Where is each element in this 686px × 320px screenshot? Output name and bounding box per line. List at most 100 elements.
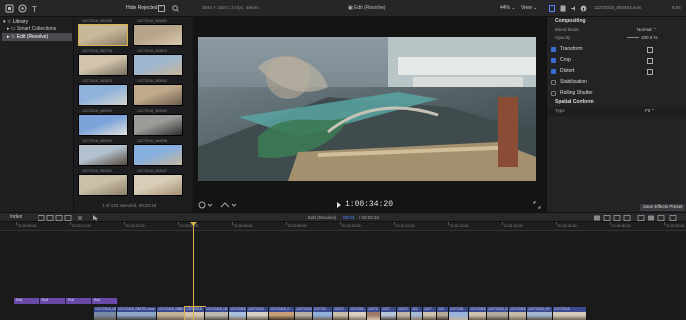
transform-popup[interactable] (220, 201, 240, 209)
timeline-marker[interactable]: Roll (66, 298, 92, 304)
fullscreen-icon[interactable] (533, 201, 541, 209)
timeline-marker[interactable]: Roll (40, 298, 66, 304)
photos-icon[interactable] (18, 4, 27, 13)
zoom-popup[interactable]: 44% ⌄ (500, 6, 516, 11)
timeline-marker[interactable]: Roll (14, 298, 40, 304)
inspector-section-label: Rolling Shutter (560, 90, 593, 96)
ruler-timecode: 01:00:40:00 (234, 224, 253, 228)
timeline-clip[interactable]: 12272018 (229, 307, 247, 320)
timeline-clip[interactable]: 12272018_09 (487, 307, 509, 320)
library-icon[interactable] (5, 4, 14, 13)
play-icon[interactable] (336, 201, 342, 209)
transform-icon[interactable] (647, 46, 653, 53)
inspector-section-label: Distort (560, 68, 575, 74)
timeline-clip[interactable]: 12272018_084701.mov (117, 307, 157, 320)
timeline-clip[interactable]: 12272 (333, 307, 349, 320)
blend-mode-label: Blend Mode (555, 27, 580, 32)
browser-clip-thumbnail[interactable] (133, 54, 183, 76)
opacity-slider[interactable] (627, 37, 639, 40)
timeline-clip[interactable]: 122720 (313, 307, 333, 320)
enable-checkbox[interactable] (551, 80, 556, 85)
playhead[interactable] (193, 222, 194, 320)
browser-settings-icon[interactable] (158, 5, 165, 12)
inspector: Compositing Blend Mode Normal ⌃ Opacity … (546, 17, 686, 212)
timeline-clip[interactable]: 12272018 (247, 307, 269, 320)
inspector-section-crop[interactable]: Crop (547, 56, 686, 65)
playhead-handle[interactable] (190, 222, 197, 226)
timeline-clip[interactable]: 12272018 (509, 307, 527, 320)
viewer-options-popup[interactable] (198, 201, 218, 209)
timeline-clip[interactable]: 122 (437, 307, 449, 320)
timeline-clip-filmstrip (527, 312, 552, 320)
timeline-clip[interactable]: 12272018_0 (269, 307, 295, 320)
timeline-clip[interactable]: 12272018_0850 (157, 307, 185, 320)
timeline-clip[interactable]: 12272018 (469, 307, 487, 320)
timeline-marker[interactable]: Roll (92, 298, 118, 304)
timeline-clip[interactable]: 12272018_09 (527, 307, 553, 320)
index-button[interactable]: Index (10, 215, 22, 220)
ruler-timecode: 01:00:20:00 (126, 224, 145, 228)
view-popup[interactable]: View ⌄ (521, 6, 537, 11)
type-popup[interactable]: Fit ⌃ (645, 108, 655, 114)
sidebar-item-edit-resolve[interactable]: ▸ ☆ Edit (Resolve) (2, 33, 72, 41)
timeline-clip[interactable]: 12272018_08 (205, 307, 229, 320)
save-effects-preset-button[interactable]: Save Effects Preset (640, 204, 686, 211)
enable-checkbox[interactable] (551, 91, 556, 96)
timeline-clip-filmstrip (117, 312, 156, 320)
ruler-tick (394, 222, 395, 225)
timeline-clip[interactable]: 12272018 (295, 307, 313, 320)
timeline-clip[interactable]: 12272 (367, 307, 381, 320)
inspector-section-distort[interactable]: Distort (547, 67, 686, 76)
inspector-section-transform[interactable]: Transform (547, 45, 686, 54)
enable-checkbox[interactable] (551, 58, 556, 63)
sidebar-item-smart-collections[interactable]: ▸ ▭ Smart Collections (7, 27, 71, 32)
select-tool-icon[interactable] (92, 215, 102, 221)
search-icon[interactable] (172, 5, 179, 12)
enable-checkbox[interactable] (551, 69, 556, 74)
timeline-toolbar: Index Edit (Resolve) 06:04 / 02:03:15 (0, 212, 686, 222)
ruler-tick (286, 222, 287, 225)
timeline[interactable]: Roll Roll Roll Roll 12272018_08 12272018_084… (0, 231, 686, 320)
browser-clip-thumbnail[interactable] (78, 114, 128, 136)
timeline-clip[interactable]: 12272018_08 (94, 307, 117, 320)
timecode-display[interactable]: 1:00:34:20 (345, 200, 393, 209)
browser-clip-thumbnail[interactable] (78, 24, 128, 46)
browser-clip-thumbnail[interactable] (133, 84, 183, 106)
timeline-view-controls[interactable] (594, 215, 682, 221)
timeline-clip[interactable]: 12272 (397, 307, 411, 320)
info-icon[interactable] (580, 5, 587, 12)
color-inspector-icon[interactable] (560, 5, 566, 12)
audio-inspector-icon[interactable] (570, 5, 577, 12)
crop-icon[interactable] (647, 57, 653, 64)
ruler-timecode: 01:00:50:00 (288, 224, 307, 228)
inspector-section-rolling-shutter[interactable]: Rolling Shutter (547, 89, 686, 98)
timeline-clip[interactable]: 12272018 (553, 307, 587, 320)
browser-clip-thumbnail[interactable] (78, 54, 128, 76)
browser-clip-thumbnail[interactable] (133, 114, 183, 136)
browser-clip-thumbnail[interactable] (78, 84, 128, 106)
inspector-section-stabilization[interactable]: Stabilization (547, 78, 686, 87)
titles-icon[interactable]: T (31, 4, 40, 13)
enable-checkbox[interactable] (551, 47, 556, 52)
timeline-clip[interactable]: 1227 (423, 307, 437, 320)
timeline-clip[interactable]: 122 (411, 307, 423, 320)
browser-clip-thumbnail[interactable] (78, 144, 128, 166)
timeline-clip[interactable]: 1227201 (349, 307, 367, 320)
browser-clip-thumbnail[interactable] (78, 174, 128, 196)
distort-icon[interactable] (647, 68, 653, 75)
browser-clip-thumbnail[interactable] (133, 144, 183, 166)
video-inspector-icon[interactable] (549, 5, 555, 12)
timeline-clip[interactable]: 12272018 (184, 306, 206, 320)
ruler-timecode: 01:01:30:00 (504, 224, 523, 228)
timeline-clip[interactable]: 1227201 (449, 307, 469, 320)
library-row[interactable]: ▾ ☆ Library (3, 20, 28, 25)
opacity-value[interactable]: 100.0 % (641, 35, 658, 41)
timeline-clip[interactable]: 1227 (381, 307, 397, 320)
viewer-frame[interactable] (198, 37, 536, 181)
timeline-ruler[interactable]: 01:00:00:00 01:00:10:00 01:00:20:00 01:00:3… (0, 222, 686, 231)
browser-clip-thumbnail[interactable] (133, 174, 183, 196)
blend-mode-popup[interactable]: Normal ⌃ (637, 27, 657, 33)
timeline-clip-filmstrip (367, 312, 380, 320)
browser-clip-thumbnail[interactable] (133, 24, 183, 46)
edit-buttons[interactable] (38, 215, 88, 221)
